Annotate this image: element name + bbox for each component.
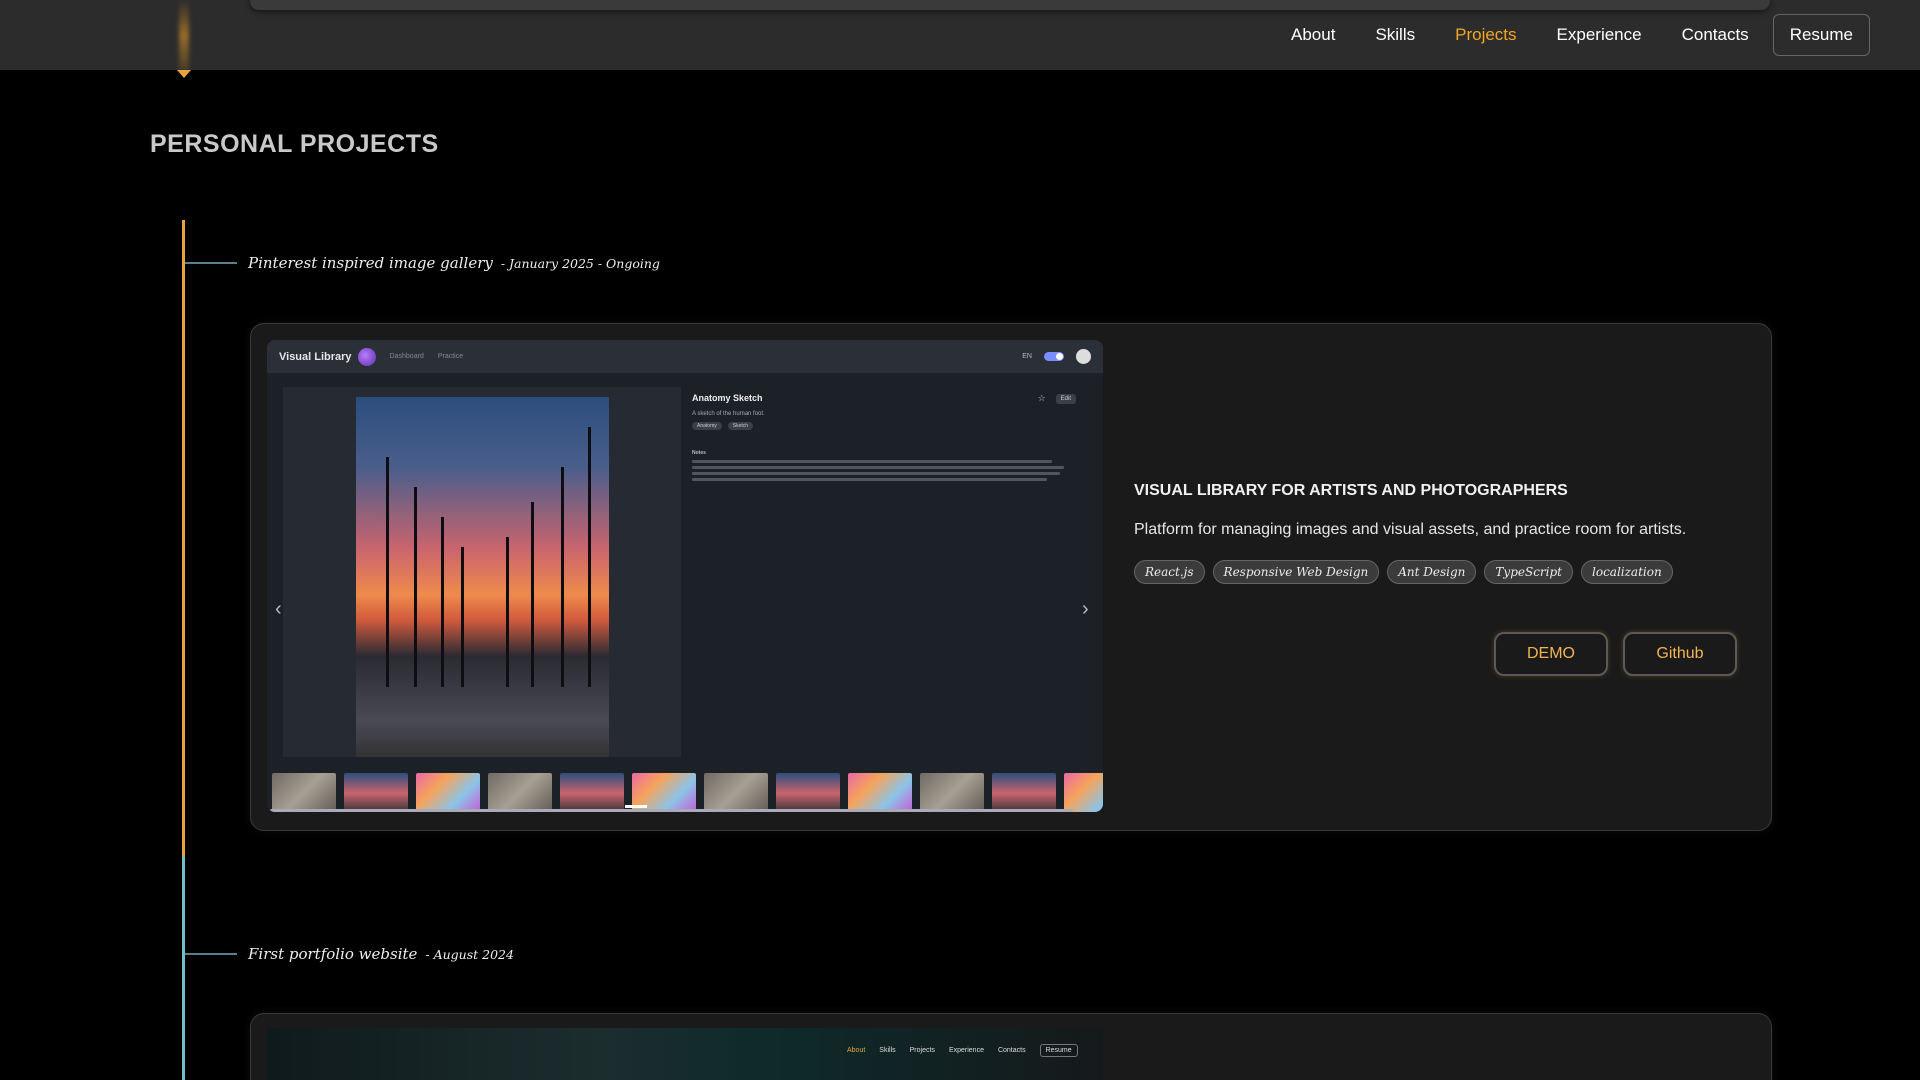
resume-button[interactable]: Resume [1772,14,1870,56]
thumbnail [704,773,768,812]
preview-nav-link: Experience [948,1047,984,1054]
timeline-line-past [182,856,185,1080]
preview-body: ‹ › ☆ Edit Anatomy Sketch A sketch of th… [267,373,1103,771]
project-date: - January 2025 - Ongoing [500,256,660,271]
nav-link-experience[interactable]: Experience [1557,25,1642,45]
preview-edit: Edit [1055,393,1076,404]
preview-header-right: EN [1022,349,1091,364]
timeline-glow [179,0,189,70]
tech-tag: TypeScript [1484,560,1573,584]
project-title: VISUAL LIBRARY FOR ARTISTS AND PHOTOGRAP… [1134,482,1568,499]
preview-scrollbar [270,809,1073,812]
timeline-tick [185,953,237,955]
preview-notes-text [692,460,1092,481]
preview-indicator [625,805,647,808]
chevron-left-icon: ‹ [275,598,282,620]
thumbnail [776,773,840,812]
preview-nav-link: Projects [909,1047,935,1054]
thumbnail [344,773,408,812]
tech-tag: React.js [1134,560,1205,584]
preview-item-desc: A sketch of the human foot. [692,411,765,417]
tech-tag: localization [1581,560,1673,584]
project-date: - August 2024 [425,947,514,962]
preview-resume: Resume [1039,1044,1078,1057]
timeline-caret-icon [177,70,191,78]
navbar: About Skills Projects Experience Contact… [0,0,1920,70]
nav-links: About Skills Projects Experience Contact… [1251,14,1870,56]
preview-tag: Sketch [727,422,754,430]
project-entry-label: First portfolio website - August 2024 [248,945,514,963]
section-title: PERSONAL PROJECTS [150,130,439,158]
preview-tag: Anatomy [692,422,722,430]
preview-details: ☆ Edit Anatomy Sketch A sketch of the hu… [692,393,1092,484]
timeline-line-current [182,220,185,856]
tech-tag: Ant Design [1387,560,1477,584]
project-name: First portfolio website [248,945,418,963]
nav-link-skills[interactable]: Skills [1375,25,1415,45]
thumbnail [920,773,984,812]
nav-top-strip [250,0,1770,10]
preview-nav: About Skills Projects Experience Contact… [847,1044,1078,1057]
preview-image-viewer [283,387,681,757]
preview-nav-link: About [847,1047,866,1054]
thumbnail [1064,773,1103,812]
preview-brand: Visual Library [279,350,352,363]
chevron-right-icon: › [1082,598,1089,620]
preview-tab-practice: Practice [437,353,464,360]
tech-tag: Responsive Web Design [1212,560,1380,584]
nav-link-contacts[interactable]: Contacts [1682,25,1749,45]
github-button[interactable]: Github [1623,632,1737,676]
project-actions: DEMO Github [1494,632,1752,676]
thumbnail [992,773,1056,812]
thumbnail [416,773,480,812]
project-entry-label: Pinterest inspired image gallery - Janua… [248,254,660,272]
nav-link-about[interactable]: About [1291,25,1335,45]
preview-photo [356,397,609,757]
preview-header: Visual Library Dashboard Practice EN [267,340,1103,373]
project-card: Visual Library Dashboard Practice EN ‹ ›… [250,323,1772,831]
preview-nav-link: Contacts [997,1047,1026,1054]
preview-lang: EN [1022,353,1032,360]
project-screenshot: Visual Library Dashboard Practice EN ‹ ›… [267,340,1103,812]
project-tags: React.js Responsive Web Design Ant Desig… [1134,560,1681,584]
project-description: Platform for managing images and visual … [1134,521,1687,538]
thumbnail [848,773,912,812]
preview-tab-dashboard: Dashboard [389,353,424,360]
preview-theme-toggle-icon [1044,352,1064,361]
avatar-icon [1076,349,1091,364]
timeline-tick [185,262,237,264]
preview-item-title: Anatomy Sketch [692,393,763,403]
project-name: Pinterest inspired image gallery [248,254,493,272]
thumbnail [272,773,336,812]
demo-button[interactable]: DEMO [1494,632,1608,676]
nav-link-projects[interactable]: Projects [1455,25,1516,45]
thumbnail [560,773,624,812]
thumbnail [488,773,552,812]
preview-logo-icon [357,347,376,366]
project-screenshot: About Skills Projects Experience Contact… [267,1028,1103,1080]
preview-thumbnail-strip [267,771,1103,812]
preview-notes-label: Notes [692,450,706,456]
preview-nav-link: Skills [879,1047,896,1054]
project-card: About Skills Projects Experience Contact… [250,1013,1772,1080]
star-icon: ☆ [1037,393,1046,403]
